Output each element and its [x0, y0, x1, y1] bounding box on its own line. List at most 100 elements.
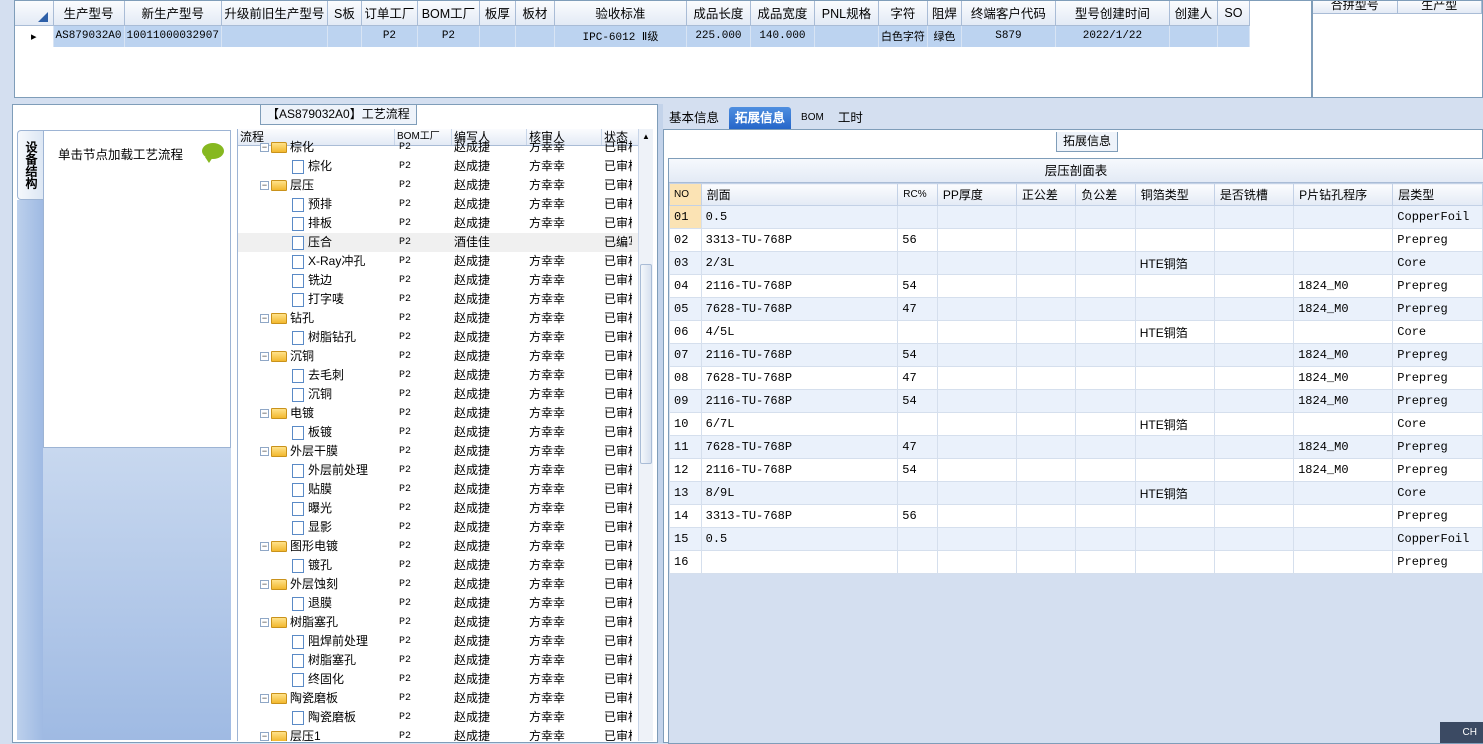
stackup-cell[interactable]: Prepreg: [1392, 435, 1483, 459]
stackup-cell[interactable]: [1075, 228, 1136, 252]
stackup-cell[interactable]: [1015, 251, 1077, 275]
stackup-cell[interactable]: 02: [669, 228, 702, 252]
column-header[interactable]: S板: [327, 1, 362, 26]
stackup-cell[interactable]: [1075, 550, 1136, 574]
input-method-badge[interactable]: CH: [1440, 722, 1483, 743]
expand-toggle-icon[interactable]: −: [260, 352, 269, 362]
stackup-cell[interactable]: [1015, 389, 1077, 413]
stackup-cell[interactable]: [1213, 481, 1295, 505]
stackup-cell[interactable]: 14: [669, 504, 702, 528]
stackup-column-header[interactable]: P片钻孔程序: [1293, 183, 1394, 206]
stackup-cell[interactable]: Core: [1392, 251, 1483, 275]
stackup-cell[interactable]: 04: [669, 274, 702, 298]
tree-row[interactable]: − 树脂塞孔 P2 赵成捷 方幸幸 已审核: [238, 613, 653, 632]
stackup-cell[interactable]: [1015, 412, 1077, 436]
expand-toggle-icon[interactable]: −: [260, 143, 269, 153]
stackup-cell[interactable]: 7628-TU-768P: [700, 297, 899, 321]
stackup-row[interactable]: 07 2116-TU-768P 54 1824_M0 Prepreg: [669, 343, 1483, 367]
column-header[interactable]: 字符: [878, 1, 928, 26]
stackup-cell[interactable]: [936, 366, 1017, 390]
stackup-cell[interactable]: CopperFoil: [1392, 527, 1483, 551]
stackup-cell[interactable]: [1213, 274, 1295, 298]
column-header[interactable]: 订单工厂: [361, 1, 418, 26]
expand-toggle-icon[interactable]: −: [260, 618, 269, 628]
expand-toggle-icon[interactable]: −: [260, 181, 269, 191]
tree-node[interactable]: 打字唛: [238, 290, 395, 309]
stackup-row[interactable]: 13 8/9L HTE铜箔 Core: [669, 481, 1483, 505]
tree-row[interactable]: 终固化 P2 赵成捷 方幸幸 已审核: [238, 670, 653, 689]
stackup-cell[interactable]: [936, 481, 1017, 505]
tree-row[interactable]: 树脂钻孔 P2 赵成捷 方幸幸 已审核: [238, 328, 653, 347]
stackup-cell[interactable]: [936, 550, 1017, 574]
stackup-cell[interactable]: [1015, 366, 1077, 390]
column-header[interactable]: 创建人: [1169, 1, 1218, 26]
tree-row[interactable]: 树脂塞孔 P2 赵成捷 方幸幸 已审核: [238, 651, 653, 670]
tree-row[interactable]: 曝光 P2 赵成捷 方幸幸 已审核: [238, 499, 653, 518]
stackup-cell[interactable]: 4/5L: [700, 320, 899, 344]
stackup-cell[interactable]: [1075, 412, 1136, 436]
stackup-table-container[interactable]: 层压剖面表 NO 剖面 RC% PP厚度 正公差 负公差 铜箔类型 是否铣槽 P片钻孔程序 层类型…: [668, 158, 1483, 744]
tree-row[interactable]: − 电镀 P2 赵成捷 方幸幸 已审核: [238, 404, 653, 423]
stackup-cell[interactable]: [1293, 205, 1394, 229]
stackup-cell[interactable]: [936, 251, 1017, 275]
tree-row[interactable]: − 层压1 P2 赵成捷 方幸幸 已审核: [238, 727, 653, 741]
stackup-cell[interactable]: [1075, 205, 1136, 229]
column-header[interactable]: 板厚: [479, 1, 516, 26]
stackup-cell[interactable]: [1213, 366, 1295, 390]
stackup-cell[interactable]: [1293, 481, 1394, 505]
stackup-cell[interactable]: [1075, 435, 1136, 459]
stackup-cell[interactable]: [1075, 251, 1136, 275]
scroll-thumb[interactable]: [640, 264, 652, 464]
stackup-cell[interactable]: [1015, 320, 1077, 344]
tab-basic-info[interactable]: 基本信息: [665, 107, 723, 129]
stackup-cell[interactable]: [1075, 274, 1136, 298]
stackup-cell[interactable]: [936, 435, 1017, 459]
stackup-cell[interactable]: Prepreg: [1392, 297, 1483, 321]
tree-row[interactable]: X-Ray冲孔 P2 赵成捷 方幸幸 已审核: [238, 252, 653, 271]
stackup-cell[interactable]: [936, 205, 1017, 229]
tree-node[interactable]: 预排: [238, 195, 395, 214]
tree-node[interactable]: 阻焊前处理: [238, 632, 395, 651]
stackup-cell[interactable]: [1134, 228, 1215, 252]
stackup-cell[interactable]: [1015, 274, 1077, 298]
stackup-cell[interactable]: Core: [1392, 320, 1483, 344]
tree-row[interactable]: − 层压 P2 赵成捷 方幸幸 已审核: [238, 176, 653, 195]
stackup-cell[interactable]: Prepreg: [1392, 389, 1483, 413]
tree-row[interactable]: − 钻孔 P2 赵成捷 方幸幸 已审核: [238, 309, 653, 328]
tree-row[interactable]: 显影 P2 赵成捷 方幸幸 已审核: [238, 518, 653, 537]
stackup-cell[interactable]: [1213, 228, 1295, 252]
tree-node[interactable]: 曝光: [238, 499, 395, 518]
stackup-row[interactable]: 09 2116-TU-768P 54 1824_M0 Prepreg: [669, 389, 1483, 413]
stackup-cell[interactable]: [1015, 550, 1077, 574]
tree-node[interactable]: 树脂钻孔: [238, 328, 395, 347]
stackup-cell[interactable]: 06: [669, 320, 702, 344]
product-grid[interactable]: 生产型号 新生产型号 升级前旧生产型号 S板 订单工厂 BOM工厂 板厚 板材 验收标准 成品长度…: [14, 0, 1312, 98]
stackup-cell[interactable]: [1134, 343, 1215, 367]
tree-node[interactable]: 去毛刺: [238, 366, 395, 385]
tree-row[interactable]: − 外层蚀刻 P2 赵成捷 方幸幸 已审核: [238, 575, 653, 594]
stackup-cell[interactable]: 10: [669, 412, 702, 436]
stackup-cell[interactable]: 11: [669, 435, 702, 459]
stackup-cell[interactable]: [936, 228, 1017, 252]
stackup-cell[interactable]: [897, 412, 938, 436]
tree-row[interactable]: 镀孔 P2 赵成捷 方幸幸 已审核: [238, 556, 653, 575]
stackup-cell[interactable]: [897, 320, 938, 344]
tree-node[interactable]: 退膜: [238, 594, 395, 613]
stackup-cell[interactable]: 0.5: [700, 527, 899, 551]
tree-node[interactable]: 贴膜: [238, 480, 395, 499]
stackup-cell[interactable]: 2116-TU-768P: [700, 458, 899, 482]
stackup-cell[interactable]: CopperFoil: [1392, 205, 1483, 229]
stackup-cell[interactable]: 7628-TU-768P: [700, 435, 899, 459]
stackup-row[interactable]: 01 0.5 CopperFoil: [669, 205, 1483, 229]
tree-row[interactable]: − 外层干膜 P2 赵成捷 方幸幸 已审核: [238, 442, 653, 461]
stackup-cell[interactable]: 56: [897, 228, 938, 252]
stackup-cell[interactable]: 08: [669, 366, 702, 390]
table-row[interactable]: ▸ AS879032A0 10011000032907 P2 P2 IPC-6012 Ⅱ级…: [15, 25, 1250, 47]
stackup-cell[interactable]: [936, 274, 1017, 298]
stackup-cell[interactable]: [936, 527, 1017, 551]
stackup-cell[interactable]: 3313-TU-768P: [700, 228, 899, 252]
column-header[interactable]: 型号创建时间: [1055, 1, 1170, 26]
stackup-row[interactable]: 12 2116-TU-768P 54 1824_M0 Prepreg: [669, 458, 1483, 482]
column-header[interactable]: 验收标准: [554, 1, 687, 26]
stackup-cell[interactable]: [897, 550, 938, 574]
